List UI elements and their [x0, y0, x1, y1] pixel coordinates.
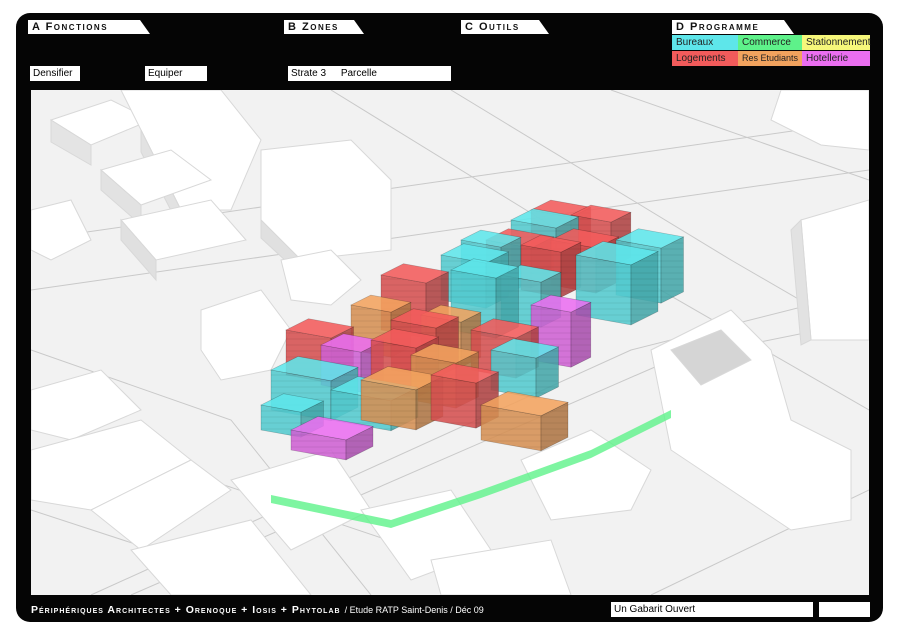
credits-text: Périphériques Architectes + Orenoque + I… — [31, 604, 341, 616]
floor-lines — [661, 236, 684, 304]
strate-field[interactable]: Strate 3 Parcelle — [288, 66, 451, 81]
gabarit-field[interactable]: Un Gabarit Ouvert — [611, 602, 813, 617]
strate-label: Strate 3 — [291, 68, 327, 79]
study-text: / Etude RATP Saint-Denis / Déc 09 — [344, 605, 484, 615]
city-model — [31, 90, 869, 595]
axonometric-3d-view[interactable] — [31, 90, 869, 595]
tab-zones[interactable]: B Zones — [284, 20, 364, 34]
programme-legend: Bureaux Commerce Stationnement Logements… — [672, 35, 871, 67]
tab-programme[interactable]: D Programme — [672, 20, 794, 34]
legend-hotellerie[interactable]: Hotellerie — [802, 51, 870, 66]
extra-field[interactable] — [819, 602, 870, 617]
app-frame: A Fonctions B Zones C Outils D Programme… — [16, 13, 883, 622]
tab-outils[interactable]: C Outils — [461, 20, 549, 34]
footer-credits: Périphériques Architectes + Orenoque + I… — [31, 604, 484, 617]
legend-commerce[interactable]: Commerce — [738, 35, 802, 50]
legend-logements[interactable]: Logements — [672, 51, 738, 66]
legend-stationnement[interactable]: Stationnement — [802, 35, 871, 50]
equiper-button[interactable]: Equiper — [145, 66, 207, 81]
densifier-button[interactable]: Densifier — [30, 66, 80, 81]
legend-bureaux[interactable]: Bureaux — [672, 35, 738, 50]
floor-lines — [571, 302, 591, 368]
parcelle-label: Parcelle — [340, 68, 377, 79]
legend-res-etudiants[interactable]: Res Etudiants — [738, 51, 802, 66]
tab-fonctions[interactable]: A Fonctions — [28, 20, 150, 34]
floor-lines — [431, 375, 476, 429]
